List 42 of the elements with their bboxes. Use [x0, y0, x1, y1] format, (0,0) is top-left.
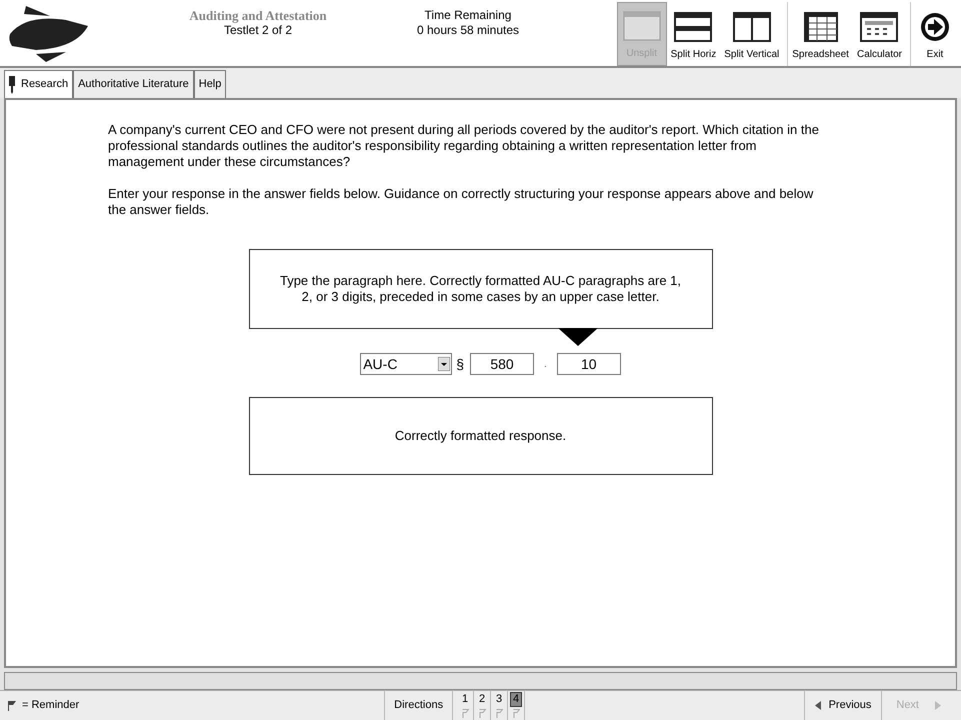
standard-dropdown[interactable]: AU-C	[360, 353, 452, 375]
question-tab[interactable]: 2	[474, 690, 492, 720]
question-tab[interactable]: 4	[508, 690, 526, 720]
caret-icon	[438, 357, 450, 371]
testlet-label: Testlet 2 of 2	[222, 23, 294, 38]
pointer-icon	[558, 328, 598, 346]
tool-button[interactable]: Spreadsheet	[787, 2, 853, 66]
flag-icon	[462, 708, 469, 718]
flag-icon	[496, 708, 503, 718]
flag-icon	[8, 700, 16, 710]
pin-icon	[9, 76, 15, 94]
time-label: Time Remaining	[424, 8, 512, 23]
tool-button[interactable]: Split Vertical	[720, 2, 784, 66]
right-arrow-icon	[935, 701, 941, 710]
feedback-text: Correctly formatted response.	[394, 427, 566, 446]
unsplit-icon	[622, 10, 662, 42]
time-remaining: 0 hours 58 minutes	[416, 23, 520, 38]
hint-text: Type the paragraph here. Correctly formatted AU-C paragraphs are 1, 2, or 3 digits, preceded in some cases by an upper case letter.	[278, 273, 682, 305]
tool-button[interactable]: Exit	[910, 2, 959, 66]
split-vertical-icon	[732, 11, 772, 43]
tab[interactable]: Help	[194, 70, 226, 98]
tool-button[interactable]: Split Horiz	[666, 2, 720, 66]
flag-icon	[478, 708, 486, 718]
reminder-legend: = Reminder	[22, 697, 80, 714]
tab[interactable]: Authoritative Literature	[73, 70, 194, 98]
question-tab[interactable]: 3	[491, 690, 508, 720]
tab[interactable]: Research	[4, 70, 74, 98]
paragraph-field[interactable]: 10	[556, 353, 621, 375]
calculator-icon	[859, 11, 900, 43]
section-title: Auditing and Attestation	[188, 8, 328, 23]
question-tab[interactable]: 1	[457, 690, 474, 720]
section-field[interactable]: 580	[470, 353, 534, 375]
directions-button[interactable]: Directions	[384, 690, 454, 720]
separator: .	[544, 358, 547, 372]
previous-button[interactable]: Previous	[804, 690, 882, 720]
left-arrow-icon	[814, 701, 821, 710]
question-text: A company's current CEO and CFO were not present during all periods covered by the auditor's report. Which citation in the professional standards outlines the auditor's responsibility regarding obtaining a written representation letter from management under these circumstances?	[108, 122, 820, 170]
section-sign: §	[456, 354, 464, 374]
split-horiz-icon	[673, 11, 714, 43]
instructions-text: Enter your response in the answer fields below. Guidance on correctly structuring your response appears above and below the answer fields.	[108, 186, 814, 218]
flag-icon	[512, 708, 520, 718]
tool-button[interactable]: Calculator	[852, 2, 906, 66]
